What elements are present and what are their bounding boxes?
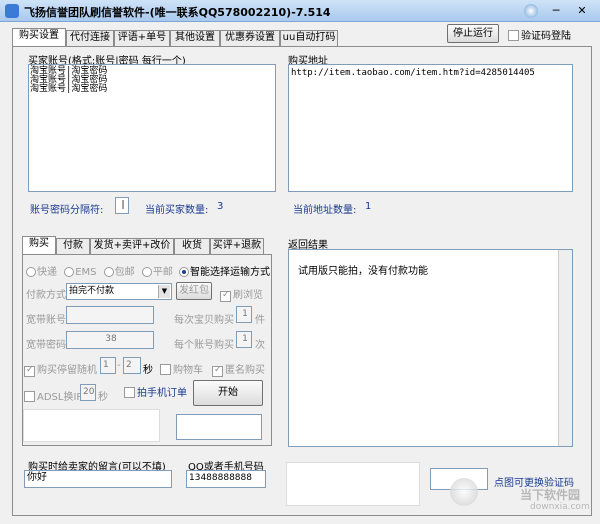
adsl-unit: 秒 <box>98 392 108 403</box>
captcha-login-label: 验证码登陆 <box>521 31 571 42</box>
broadband-account-label: 宽带账号 <box>26 315 66 326</box>
mobile-order-checkbox[interactable]: 拍手机订单 <box>124 384 187 399</box>
delay-unit: 秒 <box>143 365 153 376</box>
broadband-password-input[interactable]: 38 <box>66 331 154 349</box>
per-account-unit: 次 <box>255 340 265 351</box>
anonymous-checkbox[interactable]: 匿名购买 <box>212 361 265 377</box>
buyer-count-label: 当前买家数量: <box>145 205 209 216</box>
per-item-input[interactable]: 1 <box>236 306 252 323</box>
shipping-smart[interactable]: 智能选择运输方式 <box>179 267 270 278</box>
url-count-label: 当前地址数量: <box>293 205 357 216</box>
payment-select-value: 拍完不付款 <box>69 286 115 296</box>
tab-coupon-settings[interactable]: 优惠券设置 <box>220 30 280 46</box>
per-account-label: 每个账号购买 <box>174 340 234 351</box>
phone-input[interactable]: 13488888888 <box>186 470 266 488</box>
results-text: 试用版只能拍，没有付款功能 <box>298 266 428 277</box>
payment-select[interactable]: 拍完不付款 ▼ <box>66 283 172 300</box>
buy-url-value: http://item.taobao.com/item.htm?id=42850… <box>291 68 535 78</box>
watermark-sub: downxia.com <box>530 502 590 512</box>
broadband-password-label: 宽带密码 <box>26 340 66 351</box>
window-title: 飞扬信誉团队刷信誉软件-(唯一联系QQ578002210)-7.514 <box>24 6 331 19</box>
app-icon <box>5 4 19 18</box>
shipping-free[interactable]: 包邮 <box>103 267 135 278</box>
per-item-label: 每次宝贝购买 <box>174 315 234 326</box>
message-input[interactable]: 你好 <box>24 470 172 488</box>
adsl-label: ADSL换IP <box>37 392 83 403</box>
tab-proxy-pay[interactable]: 代付连接 <box>66 30 114 46</box>
mobile-order-label: 拍手机订单 <box>137 388 187 399</box>
browse-checkbox[interactable]: 刷浏览 <box>220 286 263 302</box>
adsl-seconds-input[interactable]: 20 <box>80 384 96 401</box>
tab-buy-settings[interactable]: 购买设置 <box>12 28 66 46</box>
captcha-login-checkbox[interactable]: 验证码登陆 <box>508 27 571 42</box>
buy-url-textarea[interactable]: http://item.taobao.com/item.htm?id=42850… <box>288 64 573 192</box>
stop-button[interactable]: 停止运行 <box>447 24 499 43</box>
buyer-accounts-textarea[interactable]: 淘宝账号|淘宝密码 淘宝账号|淘宝密码 淘宝账号|淘宝密码 <box>28 64 276 192</box>
subtab-receive[interactable]: 收货 <box>174 238 210 254</box>
results-box[interactable]: 试用版只能拍，没有付款功能 <box>288 249 573 447</box>
browse-label: 刷浏览 <box>233 290 263 301</box>
red-packet-button[interactable]: 发红包 <box>176 282 212 300</box>
payment-label: 付款方式 <box>26 290 66 301</box>
subtab-pay[interactable]: 付款 <box>56 238 90 254</box>
tab-other-settings[interactable]: 其他设置 <box>170 30 220 46</box>
buyer-account-line: 淘宝账号|淘宝密码 <box>30 84 108 94</box>
separator-label: 账号密码分隔符: <box>30 205 104 216</box>
close-button[interactable]: ✕ <box>574 3 590 19</box>
chevron-down-icon: ▼ <box>158 285 170 298</box>
cart-checkbox[interactable]: 购物车 <box>160 361 203 376</box>
watermark-text: 当下软件园 <box>520 488 581 502</box>
shipping-express[interactable]: 快递 <box>26 267 57 278</box>
broadband-account-input[interactable] <box>66 306 154 324</box>
separator-input[interactable]: | <box>115 197 129 214</box>
delay-to-input[interactable]: 2 <box>123 357 141 374</box>
minimize-button[interactable]: ─ <box>548 3 564 19</box>
captcha-image-box[interactable] <box>23 409 160 442</box>
anonymous-label: 匿名购买 <box>225 365 265 376</box>
delay-checkbox[interactable]: 购买停留随机 <box>24 361 97 377</box>
url-count-value: 1 <box>365 201 372 212</box>
subtab-buy[interactable]: 购买 <box>22 236 56 254</box>
title-bar: 飞扬信誉团队刷信誉软件-(唯一联系QQ578002210)-7.514 ─ ✕ <box>0 0 600 22</box>
captcha-refresh-image[interactable] <box>286 462 420 506</box>
buyer-count-value: 3 <box>217 201 224 212</box>
subtab-review-refund[interactable]: 买评+退款 <box>210 238 264 254</box>
delay-label: 购买停留随机 <box>37 365 97 376</box>
captcha-login-check[interactable] <box>508 30 519 41</box>
start-button[interactable]: 开始 <box>193 380 263 406</box>
per-account-input[interactable]: 1 <box>236 331 252 348</box>
adsl-checkbox[interactable]: ADSL换IP <box>24 388 82 403</box>
delay-dash: - <box>117 360 121 371</box>
subtab-ship-review[interactable]: 发货+卖评+改价 <box>90 238 174 254</box>
results-scrollbar[interactable] <box>558 250 572 446</box>
sub-tab-strip: 购买 付款 发货+卖评+改价 收货 买评+退款 <box>22 236 272 254</box>
per-item-unit: 件 <box>255 315 265 326</box>
shipping-ems[interactable]: EMS <box>64 267 96 278</box>
watermark-logo-icon <box>450 478 478 506</box>
tab-uu-captcha[interactable]: uu自动打码 <box>280 30 338 46</box>
captcha-input[interactable] <box>176 414 262 440</box>
skin-icon[interactable] <box>524 4 538 18</box>
cart-label: 购物车 <box>173 365 203 376</box>
shipping-surface[interactable]: 平邮 <box>141 267 173 278</box>
delay-from-input[interactable]: 1 <box>100 357 116 374</box>
tab-review-number[interactable]: 评语+单号 <box>114 30 170 46</box>
shipping-options: 快递 EMS 包邮 平邮 智能选择运输方式 <box>26 263 270 278</box>
